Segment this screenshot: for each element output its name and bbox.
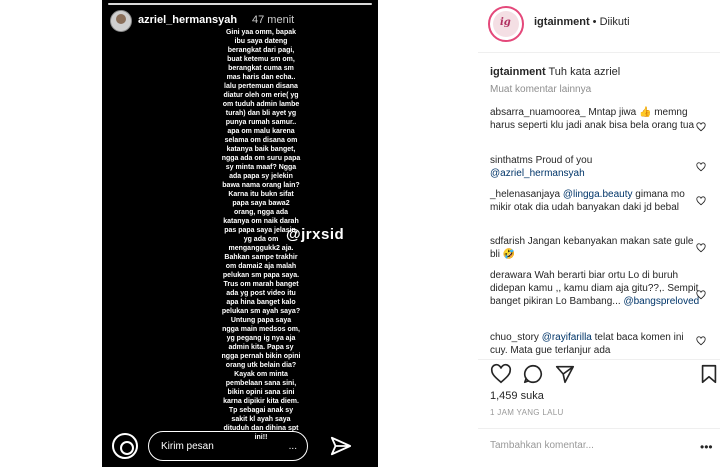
- story-progress-bar: [108, 3, 372, 5]
- comment-user[interactable]: chuo_story: [490, 332, 539, 343]
- post-timestamp: 1 JAM YANG LALU: [490, 408, 564, 417]
- reply-more-icon: ...: [288, 441, 297, 452]
- left-margin: [0, 0, 102, 467]
- instagram-post-window: azriel_hermansyah 47 menit Gini yaa omm,…: [0, 0, 720, 467]
- reply-input: Kirim pesan ...: [148, 431, 308, 461]
- heart-icon[interactable]: [696, 122, 706, 132]
- follow-separator: •: [589, 16, 600, 28]
- heart-icon[interactable]: [696, 290, 706, 300]
- story-time: 47 menit: [252, 14, 295, 26]
- heart-icon[interactable]: [696, 196, 706, 206]
- header-divider: [478, 52, 720, 53]
- story-username: azriel_hermansyah: [138, 14, 238, 26]
- heart-icon[interactable]: [696, 243, 706, 253]
- heart-icon[interactable]: [696, 336, 706, 346]
- comment: chuo_story @rayifarilla telat baca komen…: [490, 331, 702, 357]
- account-name[interactable]: igtainment: [534, 16, 590, 28]
- comment-user[interactable]: absarra_nuamoorea_: [490, 107, 586, 118]
- story-reply-bar: Kirim pesan ...: [102, 427, 378, 467]
- more-options-icon[interactable]: •••: [700, 440, 713, 454]
- story-avatar: [110, 10, 132, 32]
- comment-user[interactable]: derawara: [490, 270, 532, 281]
- comment: sinthatms Proud of you @azriel_hermansya…: [490, 154, 702, 180]
- comment: derawara Wah berarti biar ortu Lo di bur…: [490, 269, 702, 308]
- post-sidebar: igtainment • Diikuti igtainment Tuh kata…: [378, 0, 720, 467]
- comment: absarra_nuamoorea_ Mntap jiwa 👍 memng ha…: [490, 106, 702, 132]
- comment-mention[interactable]: @bangspreloved: [623, 296, 699, 307]
- reply-placeholder: Kirim pesan: [161, 441, 214, 452]
- likes-count[interactable]: 1,459 suka: [490, 390, 544, 402]
- add-comment-divider: [478, 428, 720, 429]
- comment-user[interactable]: sdfarish: [490, 236, 525, 247]
- caption-text: Tuh kata azriel: [548, 66, 621, 78]
- comment: sdfarish Jangan kebanyakan makan sate gu…: [490, 235, 702, 261]
- comment-bubble-icon[interactable]: [522, 363, 544, 385]
- comment-mention[interactable]: @rayifarilla: [542, 332, 592, 343]
- comment-user[interactable]: sinthatms: [490, 155, 533, 166]
- watermark: @jrxsid: [286, 226, 345, 243]
- send-icon: [330, 436, 352, 456]
- bookmark-icon[interactable]: [698, 363, 720, 385]
- comment: _helenasanjaya @lingga.beauty gimana mo …: [490, 188, 702, 214]
- comments-divider: [478, 359, 720, 360]
- camera-icon: [112, 433, 138, 459]
- share-icon[interactable]: [554, 363, 576, 385]
- add-comment-input[interactable]: Tambahkan komentar...: [490, 440, 594, 451]
- heart-icon[interactable]: [696, 162, 706, 172]
- comment-user[interactable]: _helenasanjaya: [490, 189, 560, 200]
- comment-text: Proud of you: [535, 155, 593, 166]
- follow-status[interactable]: Diikuti: [600, 16, 630, 28]
- post-header: igtainment • Diikuti: [534, 16, 630, 28]
- like-heart-icon[interactable]: [490, 363, 512, 385]
- load-more-comments-link[interactable]: Muat komentar lainnya: [490, 84, 591, 95]
- comment-mention[interactable]: @lingga.beauty: [563, 189, 633, 200]
- comment-mention[interactable]: @azriel_hermansyah: [490, 168, 585, 179]
- post-caption: igtainment Tuh kata azriel: [490, 66, 620, 78]
- account-logo: [493, 11, 519, 37]
- account-avatar[interactable]: [488, 6, 524, 42]
- caption-user[interactable]: igtainment: [490, 66, 546, 78]
